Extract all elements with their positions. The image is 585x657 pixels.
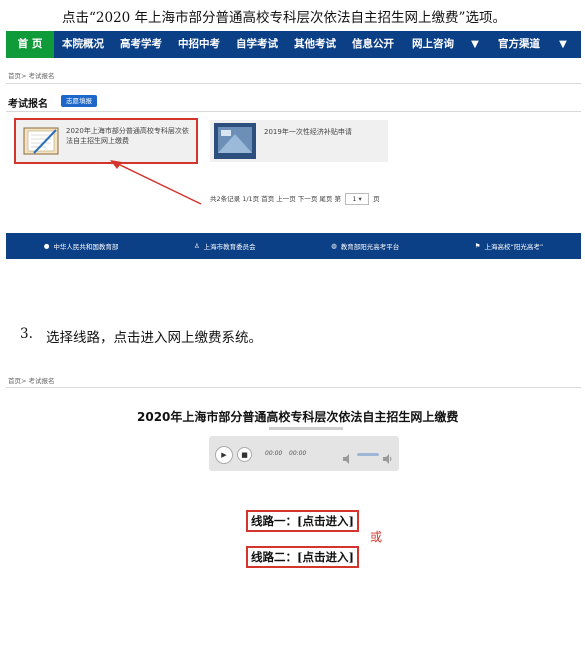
pager-text: 共2条记录 1/1页 首页 上一页 下一页 尾页 第: [210, 195, 341, 203]
emblem-icon: ●: [43, 242, 50, 250]
footer-link-sh-universities[interactable]: ⚑ 上海高校“阳光高考”: [475, 241, 544, 251]
route-one-link[interactable]: 线路一：[点击进入]: [246, 510, 359, 532]
nav-public-info[interactable]: 信息公开: [344, 31, 402, 58]
divider: [6, 387, 581, 388]
page-title: 2020年上海市部分普通高校专科层次依法自主招生网上缴费: [137, 410, 459, 424]
person-icon: ♙: [193, 242, 200, 250]
monitor-icon: [213, 122, 257, 160]
nav-about[interactable]: 本院概况: [54, 31, 112, 58]
title-underline: [269, 427, 343, 430]
nav-self-study[interactable]: 自学考试: [228, 31, 286, 58]
volume-max-icon[interactable]: [383, 449, 393, 468]
route-two-link[interactable]: 线路二：[点击进入]: [246, 546, 359, 568]
nav-home[interactable]: 首 页: [6, 31, 54, 58]
divider: [6, 83, 581, 84]
volume-slider[interactable]: [357, 453, 379, 456]
or-label: 或: [370, 530, 383, 544]
audio-player: ▶ ■ 00:00 00:00: [209, 427, 399, 471]
breadcrumb: 首页> 考试报名: [8, 377, 55, 385]
card-title: 2019年一次性经济补贴申请: [264, 128, 352, 136]
nav-gaokao[interactable]: 高考学考: [112, 31, 170, 58]
nav-zhongkao[interactable]: 中招中考: [170, 31, 228, 58]
instruction-step2: 点击“2020 年上海市部分普通高校专科层次依法自主招生网上缴费”选项。: [62, 10, 506, 26]
divider: [6, 111, 581, 112]
footer-link-sh-edu[interactable]: ♙ 上海市教育委员会: [194, 241, 256, 251]
footer-link-sunshine-gaokao[interactable]: ◍ 教育部阳光高考平台: [331, 241, 399, 251]
footer-links: ● 中华人民共和国教育部 ♙ 上海市教育委员会 ◍ 教育部阳光高考平台 ⚑ 上海…: [6, 233, 581, 259]
instruction-step3-number: 3.: [20, 326, 33, 342]
flag-icon: ⚑: [474, 242, 481, 250]
nav-other-exams[interactable]: 其他考试: [286, 31, 344, 58]
tag-volunteer-fill[interactable]: 志愿填报: [61, 95, 97, 107]
total-time: 00:00: [289, 450, 307, 457]
current-time: 00:00: [265, 450, 283, 457]
pagination: 共2条记录 1/1页 首页 上一页 下一页 尾页 第 1 ▾ 页: [210, 193, 380, 205]
nav-official-channels[interactable]: 官方渠道: [486, 31, 552, 58]
nav-online-consult[interactable]: 网上咨询: [402, 31, 464, 58]
section-title: 考试报名: [8, 99, 48, 110]
volume-icon[interactable]: [343, 449, 353, 468]
page-select[interactable]: 1 ▾: [345, 193, 370, 205]
screenshot-exam-list: 首 页 本院概况 高考学考 中招中考 自学考试 其他考试 信息公开 网上咨询 ▼…: [6, 31, 581, 259]
top-nav: 首 页 本院概况 高考学考 中招中考 自学考试 其他考试 信息公开 网上咨询 ▼…: [6, 31, 581, 58]
stop-icon[interactable]: ■: [237, 447, 252, 462]
pager-suffix: 页: [373, 195, 380, 203]
breadcrumb: 首页> 考试报名: [8, 72, 55, 80]
footer-link-moe[interactable]: ● 中华人民共和国教育部: [44, 241, 119, 251]
chevron-down-icon[interactable]: ▼: [464, 39, 486, 50]
chevron-down-icon[interactable]: ▼: [552, 39, 574, 50]
instruction-step3: 选择线路，点击进入网上缴费系统。: [46, 330, 262, 346]
play-icon[interactable]: ▶: [215, 446, 233, 464]
arrow-icon: [110, 160, 202, 205]
globe-icon: ◍: [331, 242, 337, 250]
exam-card-subsidy[interactable]: 2019年一次性经济补贴申请: [210, 120, 388, 162]
